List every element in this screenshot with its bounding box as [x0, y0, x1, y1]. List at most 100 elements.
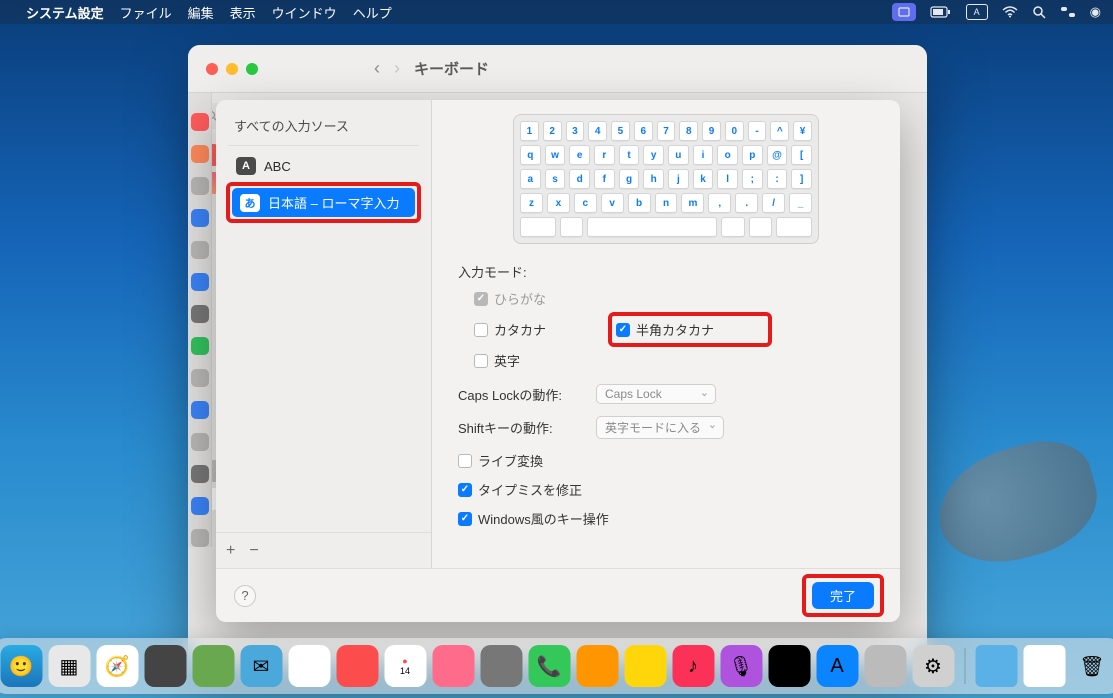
dock-app[interactable]: [480, 645, 522, 687]
dock-app-mail[interactable]: ✉: [240, 645, 282, 687]
key: ,: [708, 193, 731, 213]
source-label: 日本語 – ローマ字入力: [268, 193, 399, 212]
key: 3: [566, 121, 585, 141]
traffic-lights[interactable]: [206, 63, 258, 75]
key: .: [735, 193, 758, 213]
spotlight-icon[interactable]: [1032, 5, 1046, 19]
add-source-button[interactable]: +: [226, 542, 235, 560]
key: d: [569, 169, 590, 189]
key: 6: [634, 121, 653, 141]
key: ]: [791, 169, 812, 189]
key: q: [520, 145, 541, 165]
dock[interactable]: 🙂 ▦ 🧭 ✉ ●14 📞 ♪ 🎙 A ⚙ 🗑: [0, 638, 1113, 694]
key: k: [693, 169, 714, 189]
forward-button[interactable]: ›: [394, 58, 400, 79]
input-source-list-title: すべての入力ソース: [228, 112, 419, 146]
key: 1: [520, 121, 539, 141]
input-source-japanese-romaji[interactable]: あ 日本語 – ローマ字入力: [232, 188, 415, 217]
key: -: [748, 121, 767, 141]
key: o: [717, 145, 738, 165]
input-source-icon[interactable]: A: [966, 4, 988, 20]
siri-icon[interactable]: ◉: [1090, 4, 1101, 20]
key: r: [594, 145, 615, 165]
dock-app[interactable]: 📞: [528, 645, 570, 687]
mode-hankaku-katakana[interactable]: 半角カタカナ: [616, 320, 760, 339]
dock-app-launchpad[interactable]: ▦: [48, 645, 90, 687]
key: z: [520, 193, 543, 213]
mode-katakana[interactable]: カタカナ: [474, 314, 594, 345]
dock-app[interactable]: [864, 645, 906, 687]
mode-eiji[interactable]: 英字: [474, 351, 594, 370]
key: g: [619, 169, 640, 189]
input-source-list: すべての入力ソース A ABC あ 日本語 – ローマ字入力 + −: [216, 100, 432, 568]
dock-app[interactable]: [336, 645, 378, 687]
screen-recording-icon[interactable]: [892, 3, 916, 21]
key: 4: [588, 121, 607, 141]
windows-keys-checkbox[interactable]: Windows風のキー操作: [458, 509, 874, 528]
dock-app[interactable]: [192, 645, 234, 687]
dock-app[interactable]: [288, 645, 330, 687]
control-center-icon[interactable]: [1060, 6, 1076, 18]
menu-file[interactable]: ファイル: [120, 3, 172, 22]
back-button[interactable]: ‹: [374, 58, 380, 79]
remove-source-button[interactable]: −: [249, 542, 258, 560]
key: a: [520, 169, 541, 189]
key: 0: [725, 121, 744, 141]
battery-icon[interactable]: [930, 6, 952, 18]
key: :: [767, 169, 788, 189]
dock-folder[interactable]: [1023, 645, 1065, 687]
dock-app[interactable]: [144, 645, 186, 687]
key: 9: [702, 121, 721, 141]
source-label: ABC: [264, 159, 291, 174]
done-button[interactable]: 完了: [812, 582, 874, 609]
key: _: [789, 193, 812, 213]
dock-app-appstore[interactable]: A: [816, 645, 858, 687]
key: y: [643, 145, 664, 165]
capslock-select[interactable]: Caps Lock: [596, 384, 716, 404]
add-remove-bar: + −: [216, 532, 431, 568]
key: l: [717, 169, 738, 189]
dock-app-safari[interactable]: 🧭: [96, 645, 138, 687]
fix-typo-checkbox[interactable]: タイプミスを修正: [458, 480, 874, 499]
key: 8: [679, 121, 698, 141]
source-badge: A: [236, 157, 256, 175]
dock-app-finder[interactable]: 🙂: [0, 645, 42, 687]
wifi-icon[interactable]: [1002, 6, 1018, 18]
capslock-label: Caps Lockの動作:: [458, 385, 586, 404]
key: v: [601, 193, 624, 213]
dock-app[interactable]: [768, 645, 810, 687]
key: [: [791, 145, 812, 165]
menu-window[interactable]: ウインドウ: [272, 3, 337, 22]
app-menu[interactable]: システム設定: [26, 3, 104, 22]
dock-app[interactable]: [576, 645, 618, 687]
menu-help[interactable]: ヘルプ: [353, 3, 392, 22]
key: c: [574, 193, 597, 213]
key: x: [547, 193, 570, 213]
live-conversion-checkbox[interactable]: ライブ変換: [458, 451, 874, 470]
input-source-abc[interactable]: A ABC: [228, 152, 419, 180]
keyboard-preview: 1234567890-^¥qwertyuiop@[asdfghjkl;:]zxc…: [513, 114, 819, 244]
key: e: [569, 145, 590, 165]
dock-app[interactable]: [432, 645, 474, 687]
dock-folder[interactable]: [975, 645, 1017, 687]
help-button[interactable]: ?: [234, 585, 256, 607]
dock-app-calendar[interactable]: ●14: [384, 645, 426, 687]
dock-app-settings[interactable]: ⚙: [912, 645, 954, 687]
shiftkey-select[interactable]: 英字モードに入る: [596, 416, 724, 439]
menu-view[interactable]: 表示: [230, 3, 256, 22]
key: ^: [770, 121, 789, 141]
key: 2: [543, 121, 562, 141]
menu-edit[interactable]: 編集: [188, 3, 214, 22]
window-title: キーボード: [414, 58, 489, 79]
sheet-footer: ? 完了: [216, 568, 900, 622]
dock-app[interactable]: 🎙: [720, 645, 762, 687]
key: j: [668, 169, 689, 189]
dock-app-music[interactable]: ♪: [672, 645, 714, 687]
key: 7: [657, 121, 676, 141]
key: t: [619, 145, 640, 165]
dock-trash[interactable]: 🗑: [1071, 645, 1113, 687]
shiftkey-label: Shiftキーの動作:: [458, 418, 586, 437]
key: 5: [611, 121, 630, 141]
key: w: [545, 145, 566, 165]
dock-app[interactable]: [624, 645, 666, 687]
